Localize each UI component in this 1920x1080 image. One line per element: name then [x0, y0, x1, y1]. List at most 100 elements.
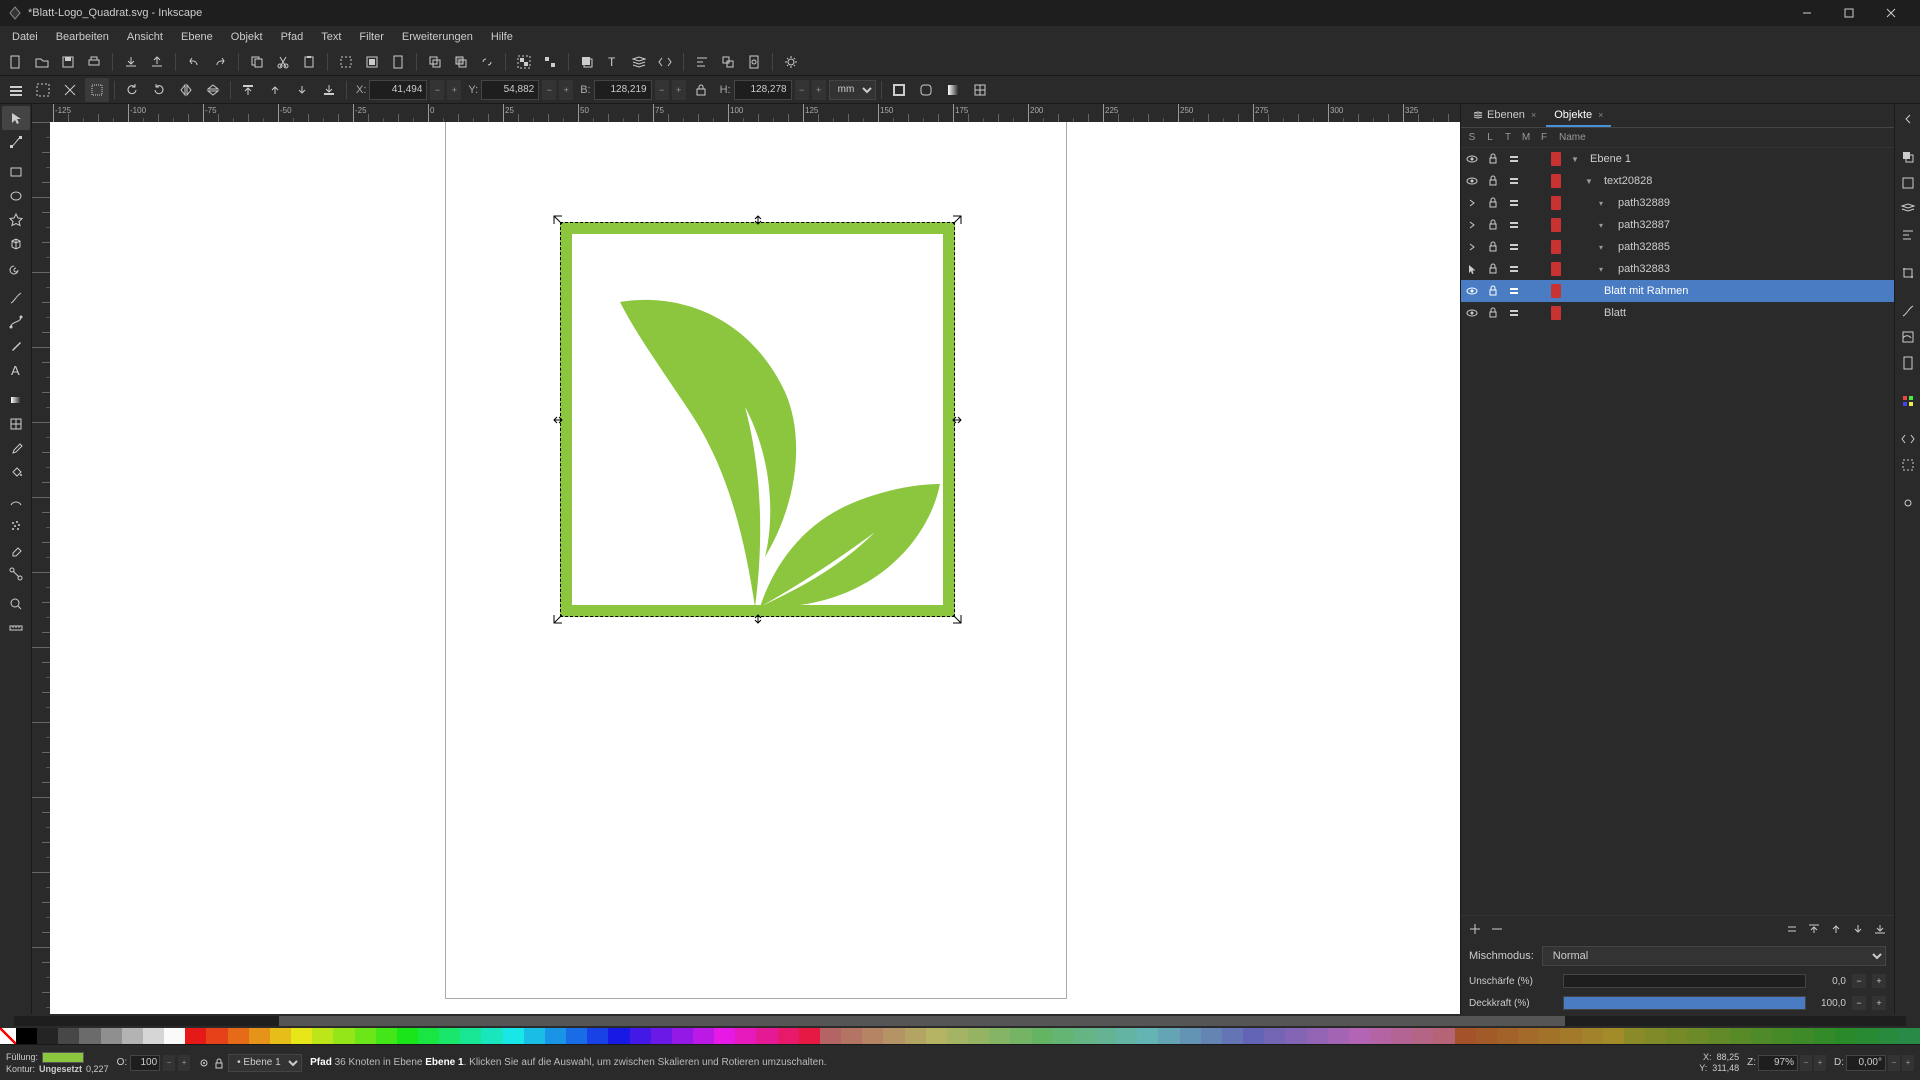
palette-swatch[interactable] [122, 1028, 143, 1044]
palette-swatch[interactable] [905, 1028, 926, 1044]
menu-filter[interactable]: Filter [351, 28, 391, 46]
resize-handle-n[interactable] [752, 214, 764, 226]
palette-swatch[interactable] [249, 1028, 270, 1044]
selected-object[interactable] [560, 222, 955, 617]
type-icon[interactable] [1505, 198, 1523, 208]
dock-trace-icon[interactable] [1897, 326, 1919, 348]
highlight-color[interactable] [1551, 306, 1561, 320]
flip-horizontal-button[interactable] [174, 78, 198, 102]
bezier-tool[interactable] [2, 310, 30, 334]
palette-swatch[interactable] [1032, 1028, 1053, 1044]
rotate-cw-button[interactable] [147, 78, 171, 102]
open-button[interactable] [30, 50, 54, 74]
palette-swatch[interactable] [1624, 1028, 1645, 1044]
y-plus-button[interactable]: + [559, 80, 573, 100]
palette-swatch[interactable] [1307, 1028, 1328, 1044]
lower-button[interactable] [290, 78, 314, 102]
x-plus-button[interactable]: + [447, 80, 461, 100]
paint-bucket-tool[interactable] [2, 460, 30, 484]
palette-swatch[interactable] [1180, 1028, 1201, 1044]
dock-swatches-icon[interactable] [1897, 390, 1919, 412]
transform-corners-button[interactable] [914, 78, 938, 102]
palette-swatch[interactable] [1222, 1028, 1243, 1044]
palette-swatch[interactable] [545, 1028, 566, 1044]
menu-ebene[interactable]: Ebene [173, 28, 221, 46]
transform-dialog-button[interactable] [716, 50, 740, 74]
resize-handle-se[interactable] [951, 613, 963, 625]
type-icon[interactable] [1505, 176, 1523, 186]
menu-pfad[interactable]: Pfad [273, 28, 312, 46]
h-input[interactable] [734, 80, 792, 100]
palette-swatch[interactable] [735, 1028, 756, 1044]
dock-transform-icon[interactable] [1897, 262, 1919, 284]
raise-top-button[interactable] [236, 78, 260, 102]
palette-swatch[interactable] [101, 1028, 122, 1044]
lock-icon[interactable] [1484, 219, 1502, 231]
palette-swatch[interactable] [206, 1028, 227, 1044]
selector-tool[interactable] [2, 106, 30, 130]
blend-select[interactable]: Normal [1542, 946, 1886, 966]
highlight-color[interactable] [1551, 152, 1561, 166]
palette-swatch[interactable] [883, 1028, 904, 1044]
palette-swatch[interactable] [1370, 1028, 1391, 1044]
palette-swatch[interactable] [1137, 1028, 1158, 1044]
palette-swatch[interactable] [1264, 1028, 1285, 1044]
palette-swatch[interactable] [333, 1028, 354, 1044]
ungroup-button[interactable] [538, 50, 562, 74]
ruler-corner[interactable] [32, 104, 50, 122]
dock-xml-icon[interactable] [1897, 428, 1919, 450]
status-opacity-plus[interactable]: + [178, 1055, 190, 1071]
palette-swatch[interactable] [376, 1028, 397, 1044]
highlight-color[interactable] [1551, 218, 1561, 232]
print-button[interactable] [82, 50, 106, 74]
palette-swatch[interactable] [355, 1028, 376, 1044]
rectangle-tool[interactable] [2, 160, 30, 184]
menu-text[interactable]: Text [313, 28, 349, 46]
new-button[interactable] [4, 50, 28, 74]
palette-swatch[interactable] [1455, 1028, 1476, 1044]
ellipse-tool[interactable] [2, 184, 30, 208]
palette-swatch[interactable] [439, 1028, 460, 1044]
type-icon[interactable] [1505, 154, 1523, 164]
palette-swatch[interactable] [418, 1028, 439, 1044]
palette-swatch[interactable] [608, 1028, 629, 1044]
cut-button[interactable] [271, 50, 295, 74]
fill-stroke-dialog-button[interactable] [575, 50, 599, 74]
zoom-tool[interactable] [2, 592, 30, 616]
horizontal-ruler[interactable]: -125-100-75-50-2502550751001251501752002… [50, 104, 1460, 122]
palette-swatch[interactable] [820, 1028, 841, 1044]
palette-swatch[interactable] [164, 1028, 185, 1044]
dock-document-icon[interactable] [1897, 352, 1919, 374]
zoom-plus[interactable]: + [1814, 1055, 1826, 1071]
add-object-button[interactable] [1465, 919, 1485, 939]
rotation-plus[interactable]: + [1902, 1055, 1914, 1071]
lock-icon[interactable] [1484, 241, 1502, 253]
opacity-minus-button[interactable]: − [1852, 996, 1866, 1010]
expand-icon[interactable]: ▾ [1599, 265, 1611, 274]
visibility-icon[interactable] [1463, 241, 1481, 253]
visibility-icon[interactable] [1463, 197, 1481, 209]
fill-swatch[interactable] [42, 1052, 84, 1063]
palette-swatch[interactable] [587, 1028, 608, 1044]
eraser-tool[interactable] [2, 538, 30, 562]
w-input[interactable] [594, 80, 652, 100]
palette-swatch[interactable] [1158, 1028, 1179, 1044]
expand-icon[interactable]: ▼ [1585, 177, 1597, 186]
blur-slider[interactable] [1563, 974, 1806, 988]
palette-swatch[interactable] [312, 1028, 333, 1044]
transform-pattern-button[interactable] [968, 78, 992, 102]
palette-swatch[interactable] [1793, 1028, 1814, 1044]
document-properties-button[interactable] [742, 50, 766, 74]
palette-swatch[interactable] [503, 1028, 524, 1044]
deselect-button[interactable] [58, 78, 82, 102]
star-tool[interactable] [2, 208, 30, 232]
palette-swatch[interactable] [1095, 1028, 1116, 1044]
w-minus-button[interactable]: − [655, 80, 669, 100]
visibility-icon[interactable] [1463, 153, 1481, 165]
palette-swatch[interactable] [1814, 1028, 1835, 1044]
lock-icon[interactable] [1484, 263, 1502, 275]
palette-swatch[interactable] [841, 1028, 862, 1044]
palette-swatch[interactable] [714, 1028, 735, 1044]
palette-swatch[interactable] [947, 1028, 968, 1044]
collapse-all-button[interactable] [1782, 919, 1802, 939]
